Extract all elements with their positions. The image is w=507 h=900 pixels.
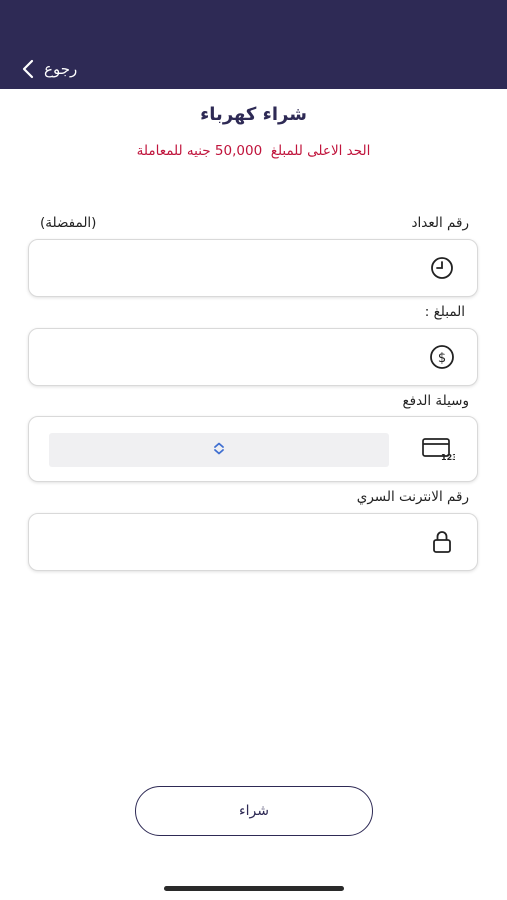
page-title: شراء كهرباء (200, 104, 307, 125)
dollar-icon: $ (429, 344, 455, 370)
payment-method-label: وسيلة الدفع (402, 393, 470, 409)
favorites-link[interactable]: (المفضلة) (40, 215, 96, 231)
meter-number-input[interactable] (41, 248, 417, 288)
internet-pin-label: رقم الانترنت السري (356, 489, 469, 505)
svg-text:$: $ (438, 351, 446, 366)
payment-method-select[interactable] (49, 433, 389, 467)
amount-input[interactable] (41, 337, 417, 377)
top-bar: رجوع (0, 0, 507, 89)
amount-label: المبلغ : (424, 304, 465, 320)
amount-field[interactable]: $ (28, 328, 478, 386)
card-icon: 123 (421, 436, 455, 462)
amount-limit-note: الحد الاعلى للمبلغ 50,000 جنيه للمعاملة (136, 143, 371, 159)
back-button[interactable]: رجوع (22, 57, 77, 81)
select-chevron-icon (213, 441, 225, 460)
buy-button[interactable]: شراء (135, 786, 373, 836)
back-label: رجوع (44, 60, 78, 78)
svg-text:123: 123 (441, 453, 455, 461)
payment-method-field: 123 (28, 416, 478, 482)
meter-number-field[interactable] (28, 239, 478, 297)
lock-icon (429, 529, 455, 555)
chevron-left-icon (22, 59, 34, 79)
home-indicator (164, 886, 344, 891)
clock-icon (429, 255, 455, 281)
meter-number-label: رقم العداد (411, 215, 469, 231)
internet-pin-input[interactable] (41, 522, 417, 562)
internet-pin-field[interactable] (28, 513, 478, 571)
